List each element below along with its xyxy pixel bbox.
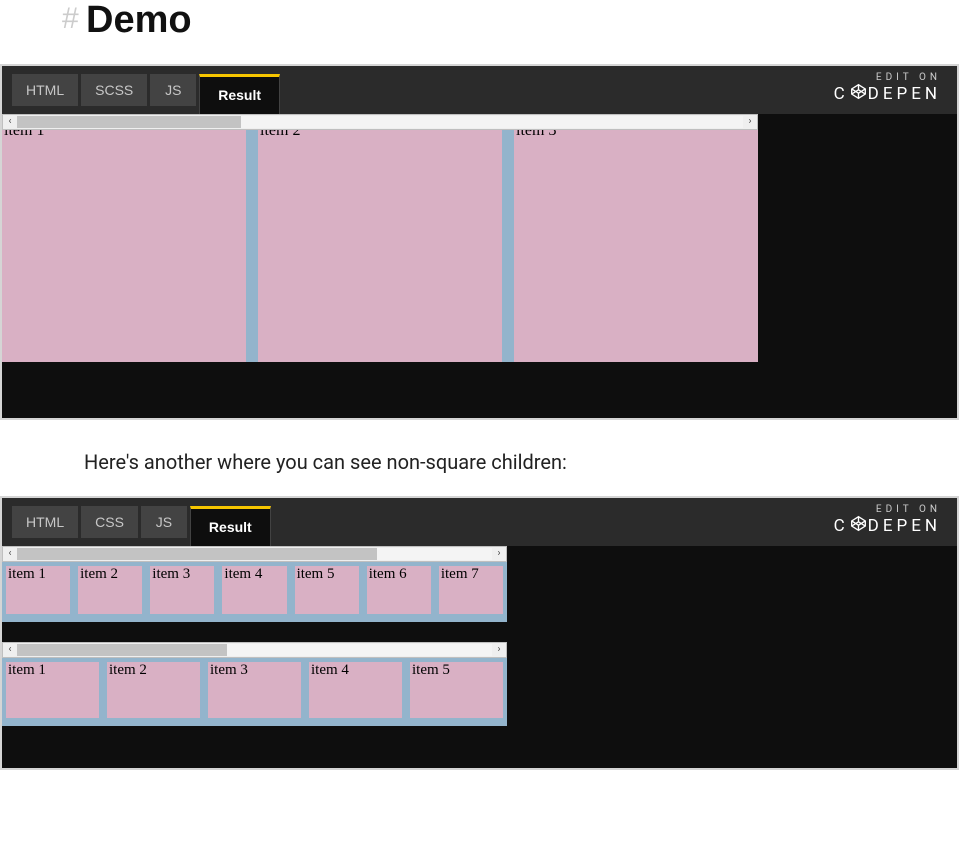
scroll-right-arrow-icon[interactable]: › xyxy=(743,116,757,127)
flex-item: item 1 xyxy=(6,662,99,718)
codepen-logo: C DEPEN xyxy=(834,515,941,537)
result-pane: ‹ › item 1 item 2 item 3 xyxy=(2,114,957,418)
codepen-embed-2: HTML CSS JS Result EDIT ON C DEPEN xyxy=(0,496,959,770)
edit-on-label: EDIT ON xyxy=(834,72,941,83)
body-paragraph: Here's another where you can see non-squ… xyxy=(84,450,959,474)
scroll-left-arrow-icon[interactable]: ‹ xyxy=(3,116,17,127)
flex-item: item 2 xyxy=(78,566,142,614)
scroll-thumb[interactable] xyxy=(17,644,227,656)
scroll-thumb[interactable] xyxy=(17,548,377,560)
heading-title: Demo xyxy=(86,0,192,41)
flex-item: item 3 xyxy=(208,662,301,718)
scroll-left-arrow-icon[interactable]: ‹ xyxy=(3,548,17,559)
codepen-tabbar: HTML CSS JS Result EDIT ON C DEPEN xyxy=(2,498,957,546)
scroll-track[interactable] xyxy=(17,644,492,656)
tab-html[interactable]: HTML xyxy=(12,506,78,538)
flex-item: item 3 xyxy=(514,130,758,362)
scroll-track[interactable] xyxy=(17,548,492,560)
flex-container: item 1 item 2 item 3 item 4 item 5 xyxy=(2,658,507,726)
tab-result[interactable]: Result xyxy=(190,506,271,546)
flex-item: item 5 xyxy=(410,662,503,718)
edit-on-label: EDIT ON xyxy=(834,504,941,515)
tab-css[interactable]: CSS xyxy=(81,506,138,538)
tab-html[interactable]: HTML xyxy=(12,74,78,106)
codepen-logo: C DEPEN xyxy=(834,83,941,105)
flex-item: item 4 xyxy=(309,662,402,718)
flex-item: item 7 xyxy=(439,566,503,614)
tab-result[interactable]: Result xyxy=(199,74,280,114)
flex-container: item 1 item 2 item 3 xyxy=(2,130,758,362)
flex-item: item 4 xyxy=(222,566,286,614)
scroll-right-arrow-icon[interactable]: › xyxy=(492,548,506,559)
codepen-tabbar: HTML SCSS JS Result EDIT ON C DEPEN xyxy=(2,66,957,114)
tab-js[interactable]: JS xyxy=(150,74,196,106)
codepen-embed-1: HTML SCSS JS Result EDIT ON C DEPEN xyxy=(0,64,959,420)
result-pane: ‹ › item 1 item 2 item 3 item 4 item 5 i… xyxy=(2,546,957,768)
tab-js[interactable]: JS xyxy=(141,506,187,538)
item-label: item 2 xyxy=(260,130,500,140)
page-heading: # Demo xyxy=(0,0,959,42)
horizontal-scrollbar[interactable]: ‹ › xyxy=(2,642,507,658)
scroll-right-arrow-icon[interactable]: › xyxy=(492,644,506,655)
flex-item: item 5 xyxy=(295,566,359,614)
edit-on-codepen-link[interactable]: EDIT ON C DEPEN xyxy=(834,72,941,105)
scroll-track[interactable] xyxy=(17,116,743,128)
flex-item: item 3 xyxy=(150,566,214,614)
codepen-cube-icon xyxy=(850,83,867,105)
flex-container: item 1 item 2 item 3 item 4 item 5 item … xyxy=(2,562,507,622)
scroll-thumb[interactable] xyxy=(17,116,241,128)
flex-item: item 1 xyxy=(2,130,246,362)
flex-item: item 6 xyxy=(367,566,431,614)
flex-item: item 2 xyxy=(258,130,502,362)
horizontal-scrollbar[interactable]: ‹ › xyxy=(2,114,758,130)
tab-scss[interactable]: SCSS xyxy=(81,74,147,106)
anchor-hash-icon[interactable]: # xyxy=(62,2,79,35)
scroll-left-arrow-icon[interactable]: ‹ xyxy=(3,644,17,655)
horizontal-scrollbar[interactable]: ‹ › xyxy=(2,546,507,562)
codepen-cube-icon xyxy=(850,515,867,537)
item-label: item 3 xyxy=(516,130,756,140)
edit-on-codepen-link[interactable]: EDIT ON C DEPEN xyxy=(834,504,941,537)
flex-item: item 2 xyxy=(107,662,200,718)
flex-item: item 1 xyxy=(6,566,70,614)
item-label: item 1 xyxy=(4,130,244,140)
